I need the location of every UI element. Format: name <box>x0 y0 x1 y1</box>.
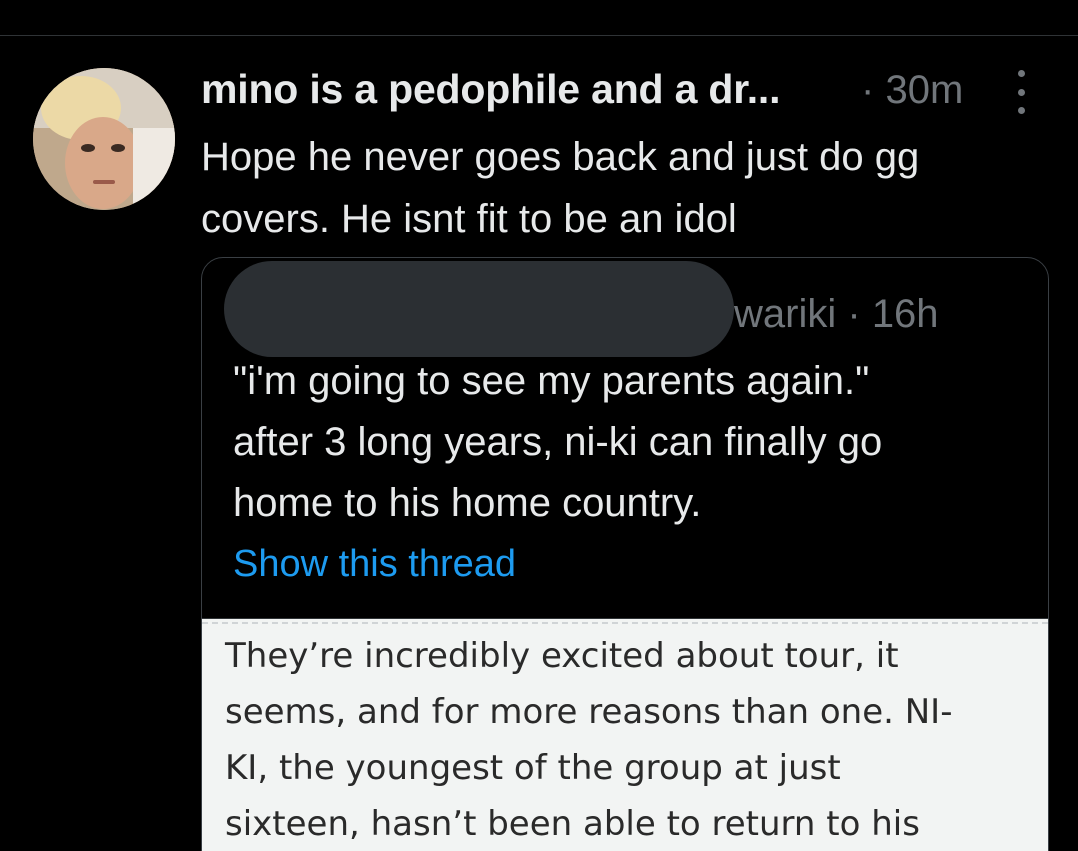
redacted-author-name <box>224 261 734 357</box>
tweet-text-line: Hope he never goes back and just do gg <box>201 135 920 179</box>
divider <box>0 35 1078 36</box>
article-excerpt: They’re incredibly excited about tour, i… <box>225 628 1025 851</box>
tweet-text: Hope he never goes back and just do gg c… <box>201 126 1051 250</box>
display-name[interactable]: mino is a pedophile and a dr... <box>201 66 780 113</box>
top-cropped-bar <box>0 0 1078 35</box>
article-line: sixteen, hasn’t been able to return to h… <box>225 804 920 844</box>
quoted-author-handle[interactable]: wariki <box>734 292 836 336</box>
tweet-text-line: covers. He isnt fit to be an idol <box>201 197 737 241</box>
quoted-tweet-meta: wariki · 16h <box>734 292 939 337</box>
meta-separator: · <box>847 292 861 336</box>
image-dashed-rule <box>202 622 1048 624</box>
user-avatar[interactable] <box>33 68 175 210</box>
tweet-timestamp[interactable]: 30m <box>885 68 963 112</box>
quoted-text-line: "i'm going to see my parents again." <box>233 359 870 403</box>
quoted-article-image[interactable]: They’re incredibly excited about tour, i… <box>202 618 1048 851</box>
more-options-icon[interactable] <box>1011 70 1031 114</box>
show-thread-link[interactable]: Show this thread <box>233 543 516 586</box>
tweet-header: mino is a pedophile and a dr... · 30m <box>201 64 1041 120</box>
quoted-text-line: after 3 long years, ni-ki can finally go <box>233 420 883 464</box>
quoted-tweet-card[interactable]: wariki · 16h "i'm going to see my parent… <box>201 257 1049 851</box>
quoted-tweet-timestamp[interactable]: 16h <box>872 292 939 336</box>
avatar-photo-icon <box>33 68 175 210</box>
tweet-meta: · 30m <box>861 68 963 113</box>
article-line: They’re incredibly excited about tour, i… <box>225 636 899 676</box>
meta-separator: · <box>861 68 875 112</box>
article-line: seems, and for more reasons than one. NI… <box>225 692 953 732</box>
article-line: KI, the youngest of the group at just <box>225 748 841 788</box>
quoted-tweet-text: "i'm going to see my parents again." aft… <box>233 351 1033 534</box>
quoted-text-line: home to his home country. <box>233 481 702 525</box>
